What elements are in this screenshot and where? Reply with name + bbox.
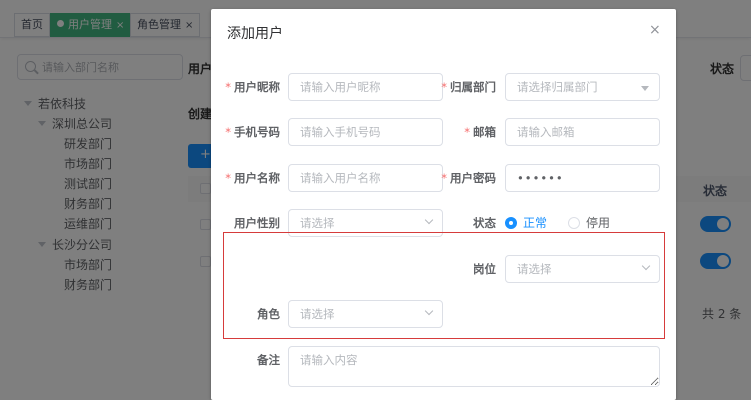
phone-label: * 手机号码 xyxy=(225,125,280,139)
required-mark: * xyxy=(441,171,447,185)
radio-unchecked-icon xyxy=(568,217,580,229)
chevron-down-icon xyxy=(424,306,434,316)
required-mark: * xyxy=(225,125,231,139)
remark-label: 备注 xyxy=(257,353,280,367)
role-select-placeholder: 请选择 xyxy=(300,307,335,321)
required-mark: * xyxy=(464,125,470,139)
status-label: 状态 xyxy=(473,216,496,230)
gender-select-placeholder: 请选择 xyxy=(300,216,335,230)
dept-select-placeholder: 请选择归属部门 xyxy=(517,80,598,94)
caret-down-icon xyxy=(641,86,649,91)
post-label: 岗位 xyxy=(473,262,496,276)
email-input[interactable] xyxy=(505,118,660,146)
remark-textarea[interactable] xyxy=(288,346,660,387)
required-mark: * xyxy=(225,80,231,94)
post-select-placeholder: 请选择 xyxy=(517,262,552,276)
email-label: * 邮箱 xyxy=(464,125,496,139)
nickname-label: * 用户昵称 xyxy=(225,80,280,94)
role-select[interactable]: 请选择 xyxy=(288,300,443,328)
close-icon[interactable]: × xyxy=(649,23,661,37)
add-user-dialog: 添加用户 × xyxy=(211,9,676,400)
role-label: 角色 xyxy=(257,307,280,321)
required-mark: * xyxy=(441,80,447,94)
chevron-down-icon xyxy=(641,261,651,271)
radio-label: 停用 xyxy=(586,216,611,230)
gender-label: 用户性别 xyxy=(234,216,280,230)
dept-select[interactable]: 请选择归属部门 xyxy=(505,73,660,101)
dept-label: * 归属部门 xyxy=(441,80,496,94)
post-select[interactable]: 请选择 xyxy=(505,255,660,283)
password-label: * 用户密码 xyxy=(441,171,496,185)
required-mark: * xyxy=(225,171,231,185)
username-label: * 用户名称 xyxy=(225,171,280,185)
status-radio-disabled[interactable]: 停用 xyxy=(568,216,610,230)
dialog-title: 添加用户 xyxy=(227,26,283,42)
status-radio-normal[interactable]: 正常 xyxy=(505,216,547,230)
password-input[interactable] xyxy=(505,164,660,192)
radio-checked-icon xyxy=(505,217,517,229)
radio-label: 正常 xyxy=(523,216,548,230)
